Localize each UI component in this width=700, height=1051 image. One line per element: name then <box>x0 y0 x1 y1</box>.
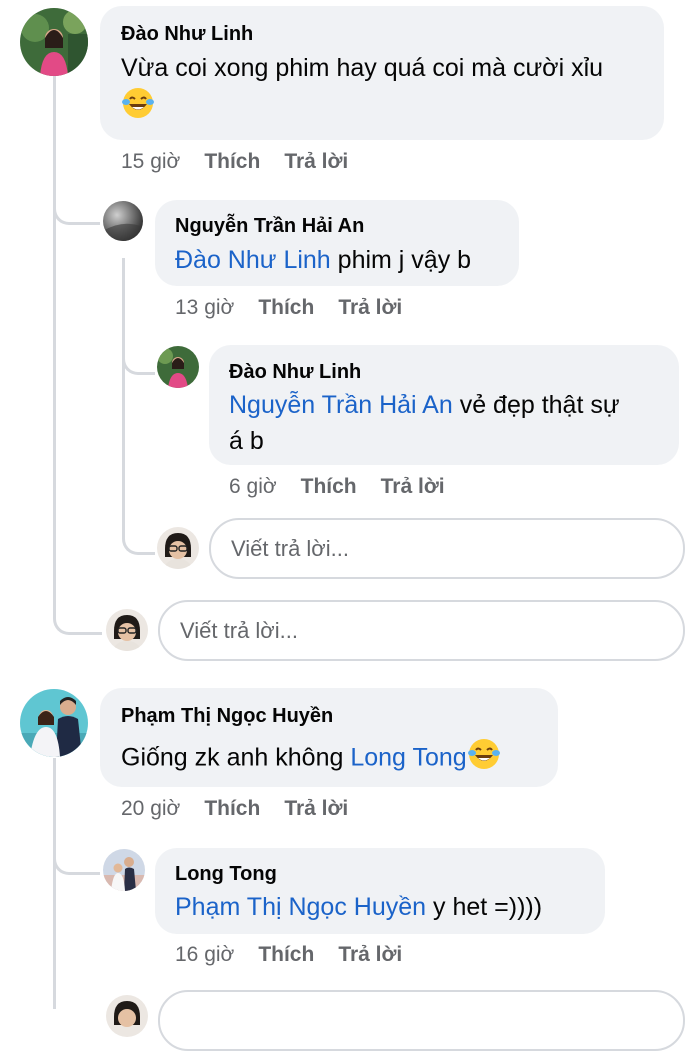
like-button[interactable]: Thích <box>258 296 314 319</box>
comment-time[interactable]: 20 giờ <box>121 797 180 820</box>
comment-meta: 13 giờ Thích Trả lời <box>175 296 402 320</box>
avatar[interactable] <box>103 849 145 891</box>
thread-line-main <box>53 76 56 612</box>
mention-link[interactable]: Đào Như Linh <box>175 246 331 274</box>
like-button[interactable]: Thích <box>204 150 260 173</box>
comment-text-body: Vừa coi xong phim hay quá coi mà cười xỉ… <box>121 54 604 82</box>
comment-text: Vừa coi xong phim hay quá coi mà cười xỉ… <box>121 50 651 130</box>
comment-author[interactable]: Nguyễn Trần Hải An <box>175 215 364 238</box>
reply-button[interactable]: Trả lời <box>338 943 402 966</box>
comment-meta: 20 giờ Thích Trả lời <box>121 797 348 821</box>
avatar[interactable] <box>106 609 148 651</box>
thread-connector-reply-2 <box>122 340 155 375</box>
avatar[interactable] <box>103 201 143 241</box>
like-button[interactable]: Thích <box>301 475 357 498</box>
avatar[interactable] <box>20 8 88 76</box>
avatar[interactable] <box>157 527 199 569</box>
reply-input-placeholder: Viết trả lời... <box>180 618 298 643</box>
avatar[interactable] <box>157 346 199 388</box>
comment-text: Nguyễn Trần Hải An vẻ đẹp thật sự á b <box>229 387 669 459</box>
comment-meta: 15 giờ Thích Trả lời <box>121 150 348 174</box>
comment-time[interactable]: 15 giờ <box>121 150 180 173</box>
thread-line-nested <box>122 258 125 538</box>
comment-author[interactable]: Long Tong <box>175 863 277 886</box>
thread-connector-reply-3 <box>53 840 100 875</box>
avatar[interactable] <box>106 995 148 1037</box>
mention-link[interactable]: Long Tong <box>350 744 466 772</box>
comment-text-body: phim j vậy b <box>330 246 472 274</box>
like-button[interactable]: Thích <box>204 797 260 820</box>
comment-time[interactable]: 16 giờ <box>175 943 234 966</box>
reply-button[interactable]: Trả lời <box>284 797 348 820</box>
comment-text-body: Giống zk anh không <box>121 743 351 772</box>
mention-link[interactable]: Phạm Thị Ngọc Huyền <box>175 893 426 921</box>
comment-text-body: y het =)))) <box>426 893 543 921</box>
comment-text: Phạm Thị Ngọc Huyền y het =)))) <box>175 889 542 925</box>
laughing-tears-emoji-icon <box>121 86 155 130</box>
comment-text-body: vẻ đẹp thật sự <box>452 391 620 419</box>
comment-author[interactable]: Phạm Thị Ngọc Huyền <box>121 705 333 728</box>
comment-meta: 6 giờ Thích Trả lời <box>229 475 445 499</box>
thread-connector-reply-box-2 <box>122 520 155 555</box>
thread-connector-reply-1 <box>53 190 100 225</box>
avatar[interactable] <box>20 689 88 757</box>
comment-text-body-line2: á b <box>229 427 264 455</box>
reply-input[interactable] <box>158 990 685 1051</box>
thread-connector-reply-box-1 <box>53 600 102 635</box>
reply-button[interactable]: Trả lời <box>338 296 402 319</box>
mention-link[interactable]: Nguyễn Trần Hải An <box>229 391 453 419</box>
comment-author[interactable]: Đào Như Linh <box>229 361 361 384</box>
comment-time[interactable]: 6 giờ <box>229 475 277 498</box>
reply-input[interactable]: Viết trả lời... <box>158 600 685 661</box>
comment-time[interactable]: 13 giờ <box>175 296 234 319</box>
comment-meta: 16 giờ Thích Trả lời <box>175 943 402 967</box>
reply-button[interactable]: Trả lời <box>381 475 445 498</box>
reply-input-placeholder: Viết trả lời... <box>231 536 349 561</box>
like-button[interactable]: Thích <box>258 943 314 966</box>
comment-text: Đào Như Linh phim j vậy b <box>175 242 471 278</box>
reply-button[interactable]: Trả lời <box>284 150 348 173</box>
laughing-tears-emoji-icon <box>467 737 501 781</box>
comment-text: Giống zk anh không Long Tong <box>121 737 501 781</box>
comment-author[interactable]: Đào Như Linh <box>121 23 253 46</box>
reply-input[interactable]: Viết trả lời... <box>209 518 685 579</box>
thread-line-main-2 <box>53 758 56 1009</box>
